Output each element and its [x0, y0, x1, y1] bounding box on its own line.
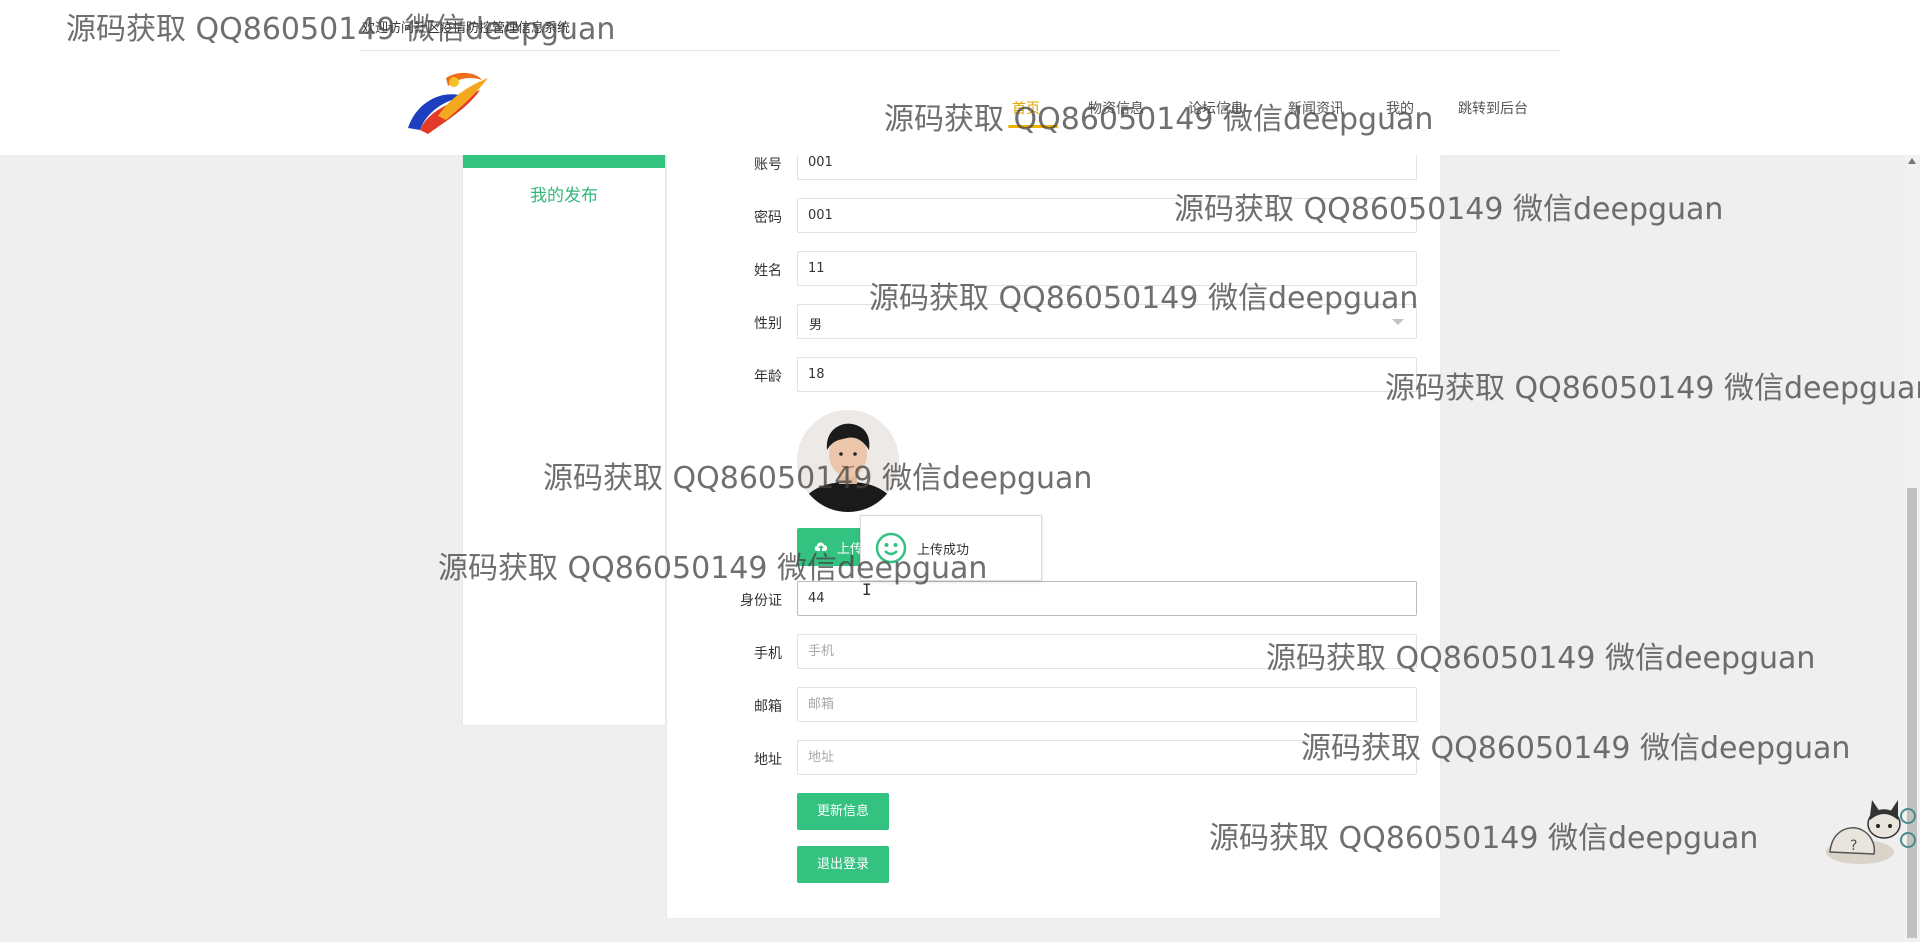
- nav-forum[interactable]: 论坛信息: [1188, 98, 1244, 118]
- nav-mine[interactable]: 我的: [1386, 98, 1414, 118]
- avatar-photo: [797, 410, 899, 512]
- text-cursor-icon: I: [862, 580, 872, 599]
- sidebar-active-bar: [463, 155, 665, 168]
- chevron-down-icon: [1392, 319, 1404, 325]
- name-label: 姓名: [754, 263, 782, 279]
- site-logo[interactable]: [398, 68, 492, 140]
- email-label: 邮箱: [754, 699, 782, 715]
- cloud-upload-icon: [814, 542, 828, 551]
- address-field[interactable]: [797, 740, 1417, 775]
- watermark-text: 源码获取 QQ86050149 微信deepguan: [1385, 371, 1920, 406]
- id-card-label: 身份证: [740, 593, 782, 609]
- password-label: 密码: [754, 210, 782, 226]
- nav-news[interactable]: 新闻资讯: [1288, 98, 1344, 118]
- gender-selected-value: 男: [809, 318, 823, 333]
- top-header: 欢迎访问社区疫情防控管理信息系统 首页 物资信息 论坛信息 新闻资讯 我的 跳转…: [0, 0, 1920, 155]
- age-label: 年龄: [754, 369, 782, 385]
- account-label: 账号: [754, 157, 782, 173]
- update-info-button[interactable]: 更新信息: [797, 793, 889, 830]
- scroll-up-arrow-icon[interactable]: [1908, 158, 1916, 164]
- password-field[interactable]: [797, 198, 1417, 233]
- gender-select[interactable]: 男: [797, 304, 1417, 339]
- nav-home[interactable]: 首页: [1012, 98, 1040, 118]
- nav-admin-jump[interactable]: 跳转到后台: [1458, 98, 1528, 118]
- avatar: [797, 410, 899, 512]
- age-field[interactable]: [797, 357, 1417, 392]
- email-field[interactable]: [797, 687, 1417, 722]
- name-field[interactable]: [797, 251, 1417, 286]
- sidebar: 我的发布: [462, 155, 666, 726]
- upload-success-toast: 上传成功: [860, 515, 1042, 581]
- scrollbar-thumb[interactable]: [1907, 488, 1917, 938]
- mascot-cat-icon[interactable]: ?: [1810, 790, 1920, 870]
- svg-text:?: ?: [1850, 838, 1857, 854]
- toast-message: 上传成功: [917, 543, 970, 558]
- phone-label: 手机: [754, 646, 782, 662]
- id-card-field[interactable]: [797, 581, 1417, 616]
- header-divider: [360, 50, 1560, 51]
- phone-field[interactable]: [797, 634, 1417, 669]
- nav-supplies[interactable]: 物资信息: [1088, 98, 1144, 118]
- address-label: 地址: [754, 752, 782, 768]
- sidebar-item-my-posts[interactable]: 我的发布: [463, 181, 665, 206]
- gender-label: 性别: [754, 316, 782, 332]
- smile-icon: [875, 532, 907, 564]
- welcome-text: 欢迎访问社区疫情防控管理信息系统: [362, 21, 571, 36]
- nav-active-underline: [1008, 125, 1058, 128]
- logout-button[interactable]: 退出登录: [797, 846, 889, 883]
